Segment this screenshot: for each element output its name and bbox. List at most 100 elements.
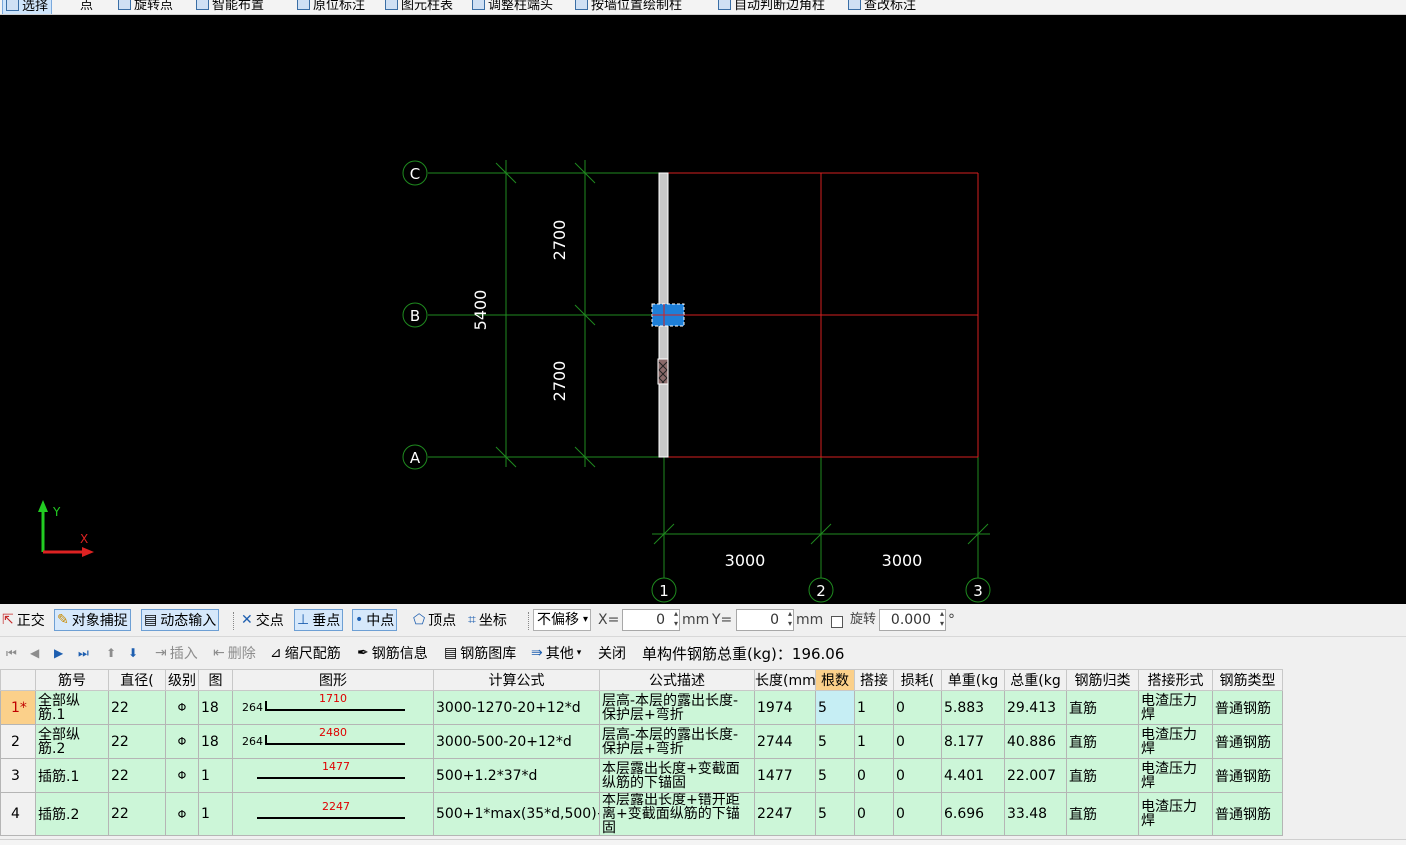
header-formula-desc[interactable]: 公式描述 <box>599 669 755 691</box>
length[interactable]: 1974 <box>754 690 816 725</box>
bar-name[interactable]: 插筋.1 <box>35 758 109 793</box>
count[interactable]: 5 <box>815 690 855 725</box>
header-rebar-type[interactable]: 钢筋类型 <box>1212 669 1283 691</box>
bar-name[interactable]: 全部纵筋.2 <box>35 724 109 759</box>
auto-corner-column-button[interactable]: 自动判断边角柱 <box>718 0 825 13</box>
unit-weight[interactable]: 5.883 <box>941 690 1005 725</box>
rebar-info-button[interactable]: ✒ 钢筋信息 <box>357 643 428 663</box>
point-button[interactable]: 点 <box>80 0 93 13</box>
rebar-type[interactable]: 普通钢筋 <box>1212 792 1283 836</box>
lap-form[interactable]: 电渣压力焊 <box>1138 758 1213 793</box>
category[interactable]: 直筋 <box>1066 724 1139 759</box>
header-lap-form[interactable]: 搭接形式 <box>1138 669 1213 691</box>
rebar-type[interactable]: 普通钢筋 <box>1212 724 1283 759</box>
header-shape[interactable]: 图形 <box>232 669 434 691</box>
row-number[interactable]: 3 <box>0 758 36 793</box>
formula-desc[interactable]: 层高-本层的露出长度-保护层+弯折 <box>599 724 755 759</box>
midpoint-snap[interactable]: • 中点 <box>352 609 398 631</box>
header-category[interactable]: 钢筋归类 <box>1066 669 1139 691</box>
formula[interactable]: 3000-500-20+12*d <box>433 724 600 759</box>
shape-cell[interactable]: 264 2480 <box>232 724 434 759</box>
header-lap[interactable]: 搭接 <box>854 669 894 691</box>
formula[interactable]: 500+1*max(35*d,500)+1.2*37*d <box>433 792 600 836</box>
find-label-button[interactable]: 查改标注 <box>848 0 916 13</box>
diameter[interactable]: 22 <box>108 724 166 759</box>
category[interactable]: 直筋 <box>1066 792 1139 836</box>
perpendicular-snap[interactable]: ⊥ 垂点 <box>294 609 344 631</box>
count[interactable]: 5 <box>815 724 855 759</box>
shape-cell[interactable]: 264 1710 <box>232 690 434 725</box>
insert-button[interactable]: ⇥ 插入 <box>155 643 198 663</box>
ortho-toggle[interactable]: ⇱ 正交 <box>2 609 45 631</box>
rotate-point-button[interactable]: 旋转点 <box>118 0 173 13</box>
lap-form[interactable]: 电渣压力焊 <box>1138 690 1213 725</box>
lap[interactable]: 1 <box>854 690 894 725</box>
category[interactable]: 直筋 <box>1066 690 1139 725</box>
diameter[interactable]: 22 <box>108 690 166 725</box>
y-input[interactable]: 0 <box>736 609 794 631</box>
rebar-type[interactable]: 普通钢筋 <box>1212 690 1283 725</box>
header-bar-no[interactable]: 筋号 <box>35 669 109 691</box>
length[interactable]: 2744 <box>754 724 816 759</box>
figure-no[interactable]: 18 <box>198 690 233 725</box>
loss[interactable]: 0 <box>893 724 942 759</box>
first-record-button[interactable]: ⏮ <box>6 643 17 663</box>
close-button[interactable]: 关闭 <box>598 643 626 663</box>
grade-symbol[interactable]: Φ <box>165 792 199 836</box>
move-down-button[interactable]: ⬇ <box>128 643 138 663</box>
rebar-library-button[interactable]: ▤ 钢筋图库 <box>444 643 516 663</box>
lap-form[interactable]: 电渣压力焊 <box>1138 792 1213 836</box>
formula-desc[interactable]: 本层露出长度+错开距离+变截面纵筋的下锚固 <box>599 792 755 836</box>
grade-symbol[interactable]: Φ <box>165 724 199 759</box>
row-number[interactable]: 1* <box>0 690 36 725</box>
header-length[interactable]: 长度(mm <box>754 669 816 691</box>
unit-weight[interactable]: 4.401 <box>941 758 1005 793</box>
table-row[interactable]: 4 插筋.2 22 Φ 1 2247 500+1*max(35*d,500)+1… <box>0 792 1283 836</box>
header-unit-weight[interactable]: 单重(kg <box>941 669 1005 691</box>
column-table-button[interactable]: 图元柱表 <box>385 0 453 13</box>
smart-layout-button[interactable]: 智能布置 <box>196 0 264 13</box>
dynamic-input-toggle[interactable]: ▤ 动态输入 <box>141 609 220 631</box>
formula[interactable]: 3000-1270-20+12*d <box>433 690 600 725</box>
header-figure-no[interactable]: 图 <box>198 669 233 691</box>
bar-name[interactable]: 全部纵筋.1 <box>35 690 109 725</box>
grade-symbol[interactable]: Φ <box>165 758 199 793</box>
figure-no[interactable]: 18 <box>198 724 233 759</box>
intersection-snap[interactable]: ✕ 交点 <box>241 609 284 631</box>
row-number[interactable]: 2 <box>0 724 36 759</box>
offset-select[interactable]: 不偏移 <box>533 609 591 631</box>
unit-weight[interactable]: 8.177 <box>941 724 1005 759</box>
grade-symbol[interactable]: Φ <box>165 690 199 725</box>
drawing-canvas[interactable]: C B A 1 2 3 5400 2700 2700 3000 3000 Y X <box>0 15 1406 604</box>
last-record-button[interactable]: ⏭ <box>78 643 89 663</box>
loss[interactable]: 0 <box>893 792 942 836</box>
in-place-label-button[interactable]: 原位标注 <box>297 0 365 13</box>
header-diameter[interactable]: 直径( <box>108 669 166 691</box>
lap[interactable]: 0 <box>854 758 894 793</box>
table-row[interactable]: 3 插筋.1 22 Φ 1 1477 500+1.2*37*d 本层露出长度+变… <box>0 758 1283 793</box>
delete-button[interactable]: ⇤ 删除 <box>213 643 256 663</box>
header-count[interactable]: 根数 <box>815 669 855 691</box>
bar-name[interactable]: 插筋.2 <box>35 792 109 836</box>
x-input[interactable]: 0 <box>622 609 680 631</box>
total-weight[interactable]: 29.413 <box>1004 690 1067 725</box>
count[interactable]: 5 <box>815 758 855 793</box>
shape-cell[interactable]: 1477 <box>232 758 434 793</box>
header-grade[interactable]: 级别 <box>165 669 199 691</box>
coordinate-snap[interactable]: ⌗ 坐标 <box>468 609 507 631</box>
header-loss[interactable]: 损耗( <box>893 669 942 691</box>
lap[interactable]: 1 <box>854 724 894 759</box>
header-total-weight[interactable]: 总重(kg <box>1004 669 1067 691</box>
select-button[interactable]: 选择 <box>2 0 53 14</box>
length[interactable]: 2247 <box>754 792 816 836</box>
unit-weight[interactable]: 6.696 <box>941 792 1005 836</box>
vertex-snap[interactable]: ⬠ 顶点 <box>413 609 456 631</box>
header-formula[interactable]: 计算公式 <box>433 669 600 691</box>
move-up-button[interactable]: ⬆ <box>106 643 116 663</box>
figure-no[interactable]: 1 <box>198 758 233 793</box>
diameter[interactable]: 22 <box>108 792 166 836</box>
loss[interactable]: 0 <box>893 690 942 725</box>
object-snap-toggle[interactable]: ✎ 对象捕捉 <box>54 609 131 631</box>
table-row[interactable]: 1* 全部纵筋.1 22 Φ 18 264 1710 3000-1270-20+… <box>0 690 1283 725</box>
total-weight[interactable]: 22.007 <box>1004 758 1067 793</box>
